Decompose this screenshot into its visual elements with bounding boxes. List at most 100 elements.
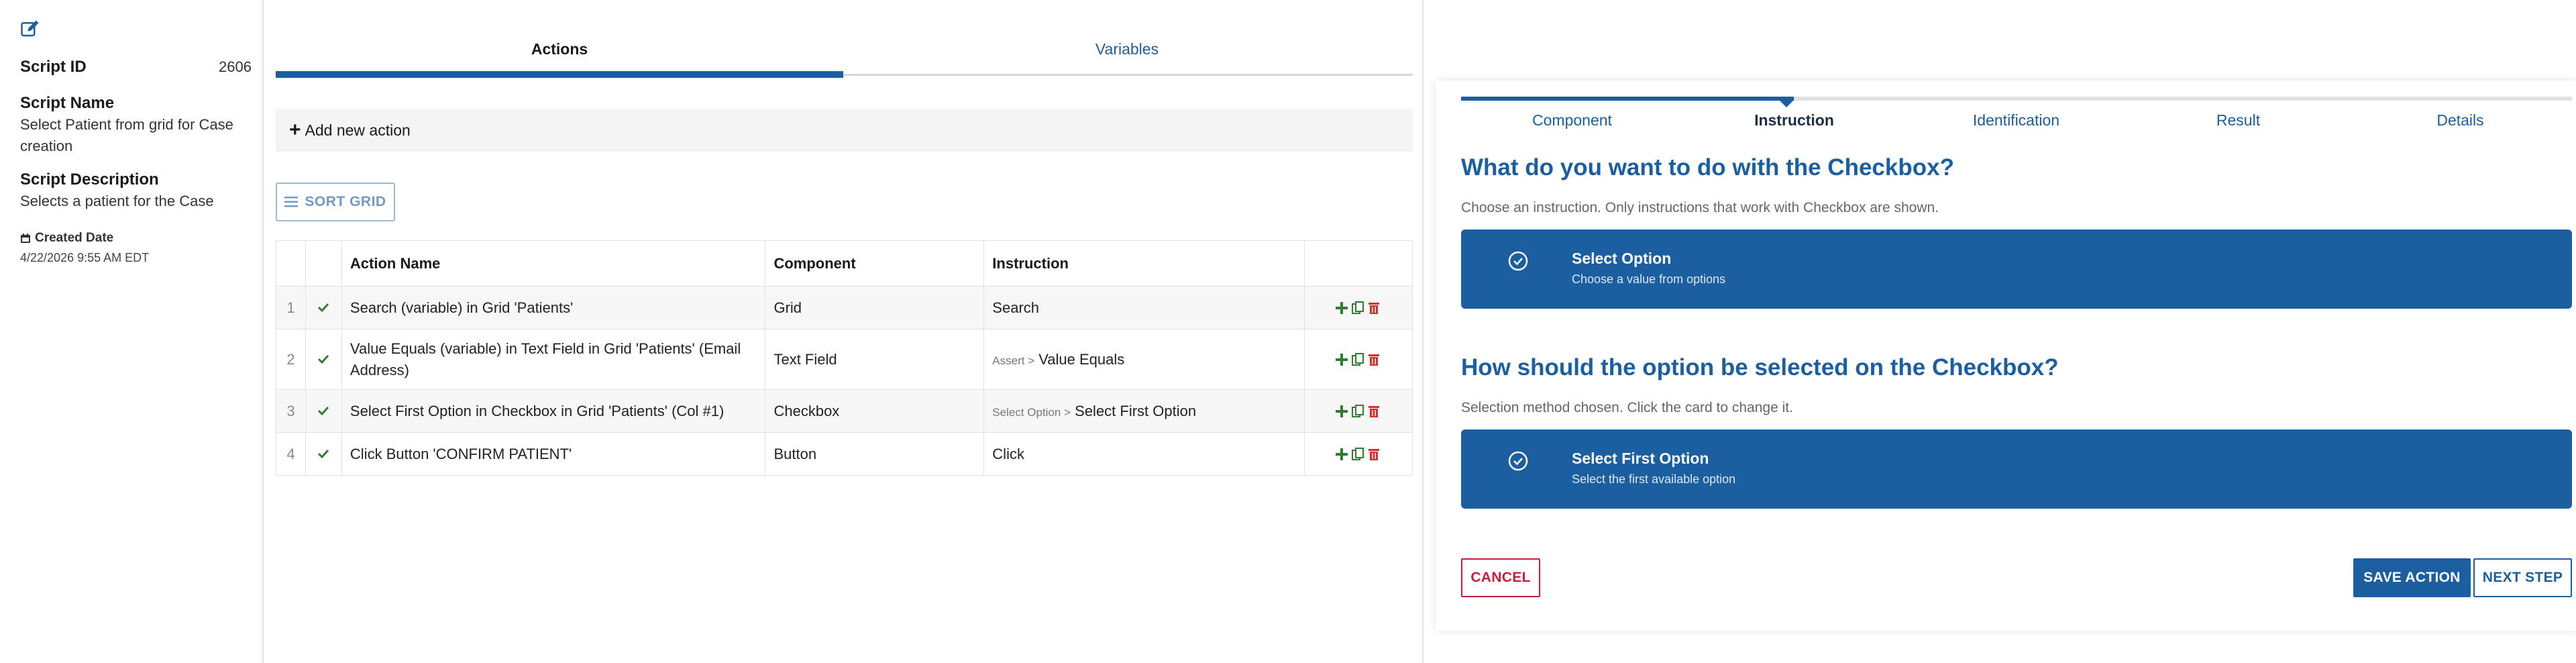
- step-instruction[interactable]: Instruction: [1683, 111, 1905, 130]
- grid-header-num: [276, 240, 306, 287]
- script-description-label: Script Description: [20, 170, 159, 189]
- step-component[interactable]: Component: [1461, 111, 1683, 130]
- plus-icon[interactable]: [1334, 404, 1349, 419]
- plus-icon: +: [289, 119, 301, 141]
- tab-variables[interactable]: Variables: [843, 27, 1411, 71]
- step-identification[interactable]: Identification: [1905, 111, 2127, 130]
- calendar-icon: [21, 234, 30, 243]
- script-id-row: Script ID 2606: [20, 52, 252, 82]
- trash-icon[interactable]: [1366, 404, 1381, 419]
- edit-icon[interactable]: [20, 19, 40, 39]
- actions-grid: Action Name Component Instruction 1 Sear…: [276, 240, 1413, 476]
- trash-icon[interactable]: [1366, 447, 1381, 462]
- script-description-block: Script Description Selects a patient for…: [20, 169, 252, 212]
- row-action-name: Select First Option in Checkbox in Grid …: [341, 389, 766, 433]
- trash-icon[interactable]: [1366, 352, 1381, 367]
- row-instruction-prefix: Select Option >: [992, 405, 1071, 419]
- row-number: 4: [276, 432, 306, 476]
- grid-header-row: Action Name Component Instruction: [276, 240, 1413, 287]
- row-instruction: Click: [983, 432, 1305, 476]
- table-row[interactable]: 1 Search (variable) in Grid 'Patients' G…: [276, 286, 1413, 329]
- row-instruction-value: Search: [992, 299, 1040, 316]
- method-option-description: Select the first available option: [1572, 472, 1736, 486]
- script-name-value: Select Patient from grid for Case creati…: [20, 116, 233, 154]
- copy-icon[interactable]: [1350, 404, 1365, 419]
- table-row[interactable]: 2 Value Equals (variable) in Text Field …: [276, 329, 1413, 390]
- created-date-label-row: Created Date: [20, 231, 252, 246]
- instruction-option-card[interactable]: Select Option Choose a value from option…: [1461, 230, 2572, 309]
- row-status: [305, 329, 342, 390]
- method-question-subtitle: Selection method chosen. Click the card …: [1461, 400, 1793, 415]
- row-number: 1: [276, 286, 306, 329]
- row-action-name: Click Button 'CONFIRM PATIENT': [341, 432, 766, 476]
- check-icon: [318, 303, 329, 312]
- plus-icon[interactable]: [1334, 301, 1349, 315]
- next-step-button[interactable]: NEXT STEP: [2473, 558, 2572, 597]
- row-status: [305, 389, 342, 433]
- instruction-option-description: Choose a value from options: [1572, 272, 1726, 286]
- grid-header-action-name: Action Name: [341, 240, 766, 287]
- cancel-button[interactable]: CANCEL: [1461, 558, 1540, 597]
- save-action-button[interactable]: SAVE ACTION: [2353, 558, 2471, 597]
- copy-icon[interactable]: [1350, 352, 1365, 367]
- sort-grid-button[interactable]: SORT GRID: [276, 183, 395, 221]
- stepper-pointer: [1778, 99, 1794, 107]
- sort-grid-label: SORT GRID: [305, 194, 386, 209]
- tab-actions[interactable]: Actions: [276, 27, 843, 71]
- row-action-name: Value Equals (variable) in Text Field in…: [341, 329, 766, 390]
- add-new-action-label: Add new action: [305, 121, 411, 139]
- script-id-label: Script ID: [20, 58, 87, 76]
- table-row[interactable]: 4 Click Button 'CONFIRM PATIENT' Button …: [276, 432, 1413, 476]
- row-instruction: Select Option > Select First Option: [983, 389, 1305, 433]
- created-date-label: Created Date: [35, 231, 114, 245]
- sort-lines-icon: [284, 197, 299, 207]
- action-wizard: Component Instruction Identification Res…: [1436, 81, 2576, 631]
- row-actions: [1303, 329, 1413, 390]
- script-description-value: Selects a patient for the Case: [20, 193, 214, 209]
- table-row[interactable]: 3 Select First Option in Checkbox in Gri…: [276, 389, 1413, 433]
- script-id-value: 2606: [219, 58, 252, 75]
- step-details[interactable]: Details: [2349, 111, 2571, 130]
- method-option-card[interactable]: Select First Option Select the first ava…: [1461, 429, 2572, 509]
- stepper-progress: [1461, 97, 1794, 101]
- script-name-label: Script Name: [20, 94, 115, 112]
- row-number: 3: [276, 389, 306, 433]
- grid-header-component: Component: [765, 240, 985, 287]
- created-date-value: 4/22/2026 9:55 AM EDT: [20, 251, 150, 264]
- circle-check-icon: [1508, 451, 1528, 471]
- row-actions: [1303, 389, 1413, 433]
- grid-header-instruction: Instruction: [983, 240, 1305, 287]
- add-new-action-button[interactable]: + Add new action: [276, 109, 1413, 152]
- check-icon: [318, 406, 329, 415]
- action-editor-panel: Component Instruction Identification Res…: [1422, 0, 2576, 663]
- tab-active-indicator: [276, 71, 843, 78]
- plus-icon[interactable]: [1334, 447, 1349, 462]
- row-instruction-value: Value Equals: [1038, 350, 1125, 368]
- row-number: 2: [276, 329, 306, 390]
- method-option-title: Select First Option: [1572, 450, 1709, 467]
- step-result[interactable]: Result: [2127, 111, 2349, 130]
- row-instruction-prefix: Assert >: [992, 354, 1035, 367]
- row-component: Checkbox: [765, 389, 985, 433]
- plus-icon[interactable]: [1334, 352, 1349, 367]
- row-component: Text Field: [765, 329, 985, 390]
- script-info-panel: Script ID 2606 Script Name Select Patien…: [0, 0, 264, 663]
- circle-check-icon: [1508, 251, 1528, 271]
- check-icon: [318, 354, 329, 364]
- row-component: Grid: [765, 286, 985, 329]
- grid-header-check: [305, 240, 342, 287]
- row-actions: [1303, 432, 1413, 476]
- row-instruction-value: Select First Option: [1075, 402, 1197, 419]
- copy-icon[interactable]: [1350, 301, 1365, 315]
- trash-icon[interactable]: [1366, 301, 1381, 315]
- grid-header-actions: [1303, 240, 1413, 287]
- method-question-title: How should the option be selected on the…: [1461, 354, 2059, 380]
- copy-icon[interactable]: [1350, 447, 1365, 462]
- row-component: Button: [765, 432, 985, 476]
- row-status: [305, 286, 342, 329]
- row-status: [305, 432, 342, 476]
- row-actions: [1303, 286, 1413, 329]
- row-instruction: Assert > Value Equals: [983, 329, 1305, 390]
- check-icon: [318, 449, 329, 458]
- script-name-block: Script Name Select Patient from grid for…: [20, 93, 252, 157]
